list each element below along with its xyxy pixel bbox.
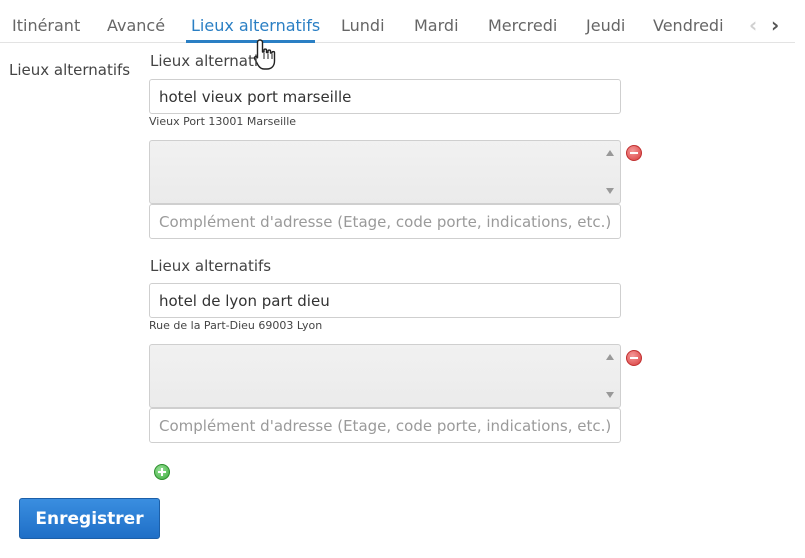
save-button[interactable]: Enregistrer <box>19 498 160 539</box>
minus-icon <box>630 152 638 154</box>
scroll-down-icon[interactable] <box>606 392 614 398</box>
location-2-notes-textarea[interactable] <box>149 344 621 408</box>
chevron-right-icon[interactable]: › <box>771 14 779 36</box>
tab-bar: Itinérant Avancé Lieux alternatifs Lundi… <box>0 0 795 43</box>
active-tab-indicator <box>186 40 315 43</box>
location-2-resolved-address: Rue de la Part-Dieu 69003 Lyon <box>149 319 323 332</box>
scroll-up-icon[interactable] <box>606 150 614 156</box>
location-1-label: Lieux alternati <box>150 52 259 70</box>
tab-itinerant[interactable]: Itinérant <box>12 16 80 35</box>
chevron-left-icon[interactable]: ‹ <box>749 14 757 36</box>
scroll-down-icon[interactable] <box>606 188 614 194</box>
tab-mercredi[interactable]: Mercredi <box>488 16 557 35</box>
location-1-notes-textarea[interactable] <box>149 140 621 204</box>
minus-icon <box>630 357 638 359</box>
tab-mardi[interactable]: Mardi <box>414 16 459 35</box>
location-1-input[interactable] <box>149 79 621 114</box>
add-location-button[interactable] <box>154 464 170 480</box>
remove-location-2-button[interactable] <box>626 350 642 366</box>
plus-icon-vertical <box>161 468 163 476</box>
tab-lundi[interactable]: Lundi <box>341 16 385 35</box>
location-2-label: Lieux alternatifs <box>150 257 272 275</box>
tab-vendredi[interactable]: Vendredi <box>653 16 724 35</box>
tab-lieux-alternatifs[interactable]: Lieux alternatifs <box>191 16 320 35</box>
location-2-complement-input[interactable] <box>149 408 621 443</box>
section-label: Lieux alternatifs <box>9 61 131 79</box>
tab-jeudi[interactable]: Jeudi <box>586 16 625 35</box>
location-1-resolved-address: Vieux Port 13001 Marseille <box>149 115 297 128</box>
location-1-complement-input[interactable] <box>149 204 621 239</box>
tab-avance[interactable]: Avancé <box>107 16 165 35</box>
scroll-up-icon[interactable] <box>606 354 614 360</box>
location-2-input[interactable] <box>149 283 621 318</box>
remove-location-1-button[interactable] <box>626 145 642 161</box>
